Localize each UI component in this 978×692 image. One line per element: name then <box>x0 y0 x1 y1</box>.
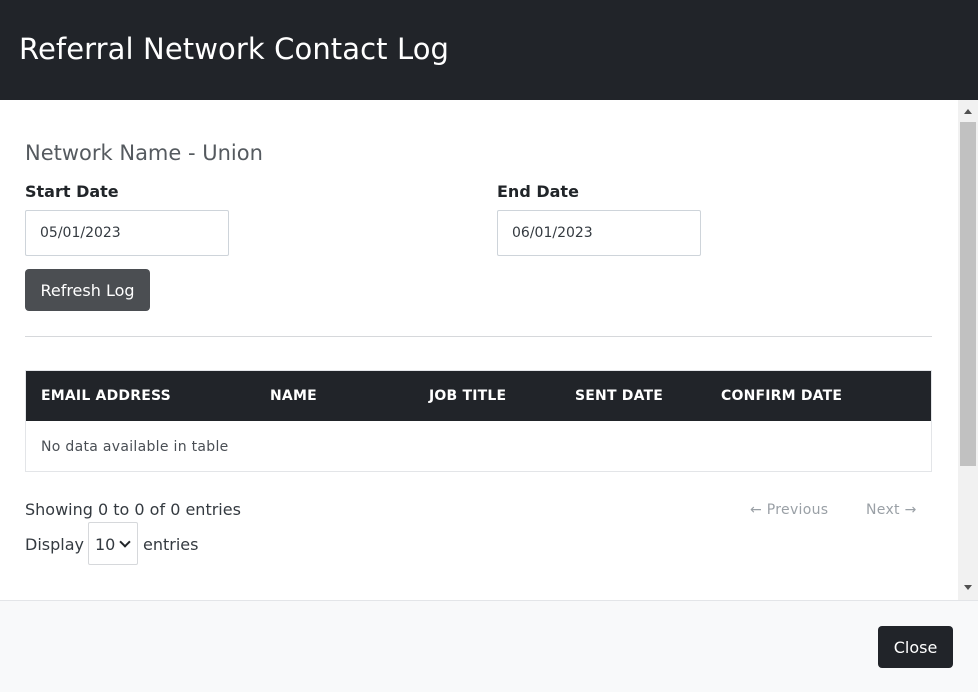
contact-log-table: EMAIL ADDRESS NAME JOB TITLE SENT DATE C… <box>25 370 932 472</box>
modal-title: Referral Network Contact Log <box>19 32 450 66</box>
modal-header: Referral Network Contact Log <box>0 0 978 100</box>
end-date-input[interactable] <box>497 210 701 256</box>
close-button[interactable]: Close <box>878 626 953 668</box>
page-length-value: 10 <box>95 535 116 554</box>
modal-scrollbar[interactable] <box>958 100 978 600</box>
next-page-link[interactable]: Next → <box>866 502 917 518</box>
column-header-confirm-date[interactable]: CONFIRM DATE <box>721 388 842 404</box>
scroll-down-arrow-icon[interactable] <box>958 582 978 594</box>
refresh-log-button[interactable]: Refresh Log <box>25 269 150 311</box>
network-name-heading: Network Name - Union <box>25 141 263 165</box>
column-header-sent-date[interactable]: SENT DATE <box>575 388 663 404</box>
chevron-down-icon <box>119 536 131 548</box>
modal-body: Network Name - Union Start Date End Date… <box>0 100 958 600</box>
contact-log-modal: Referral Network Contact Log Network Nam… <box>0 0 978 692</box>
column-header-name[interactable]: NAME <box>270 388 317 404</box>
section-divider <box>25 336 932 337</box>
display-label: Display <box>25 535 84 554</box>
scroll-up-arrow-icon[interactable] <box>958 106 978 118</box>
table-empty-message: No data available in table <box>41 439 229 455</box>
start-date-input[interactable] <box>25 210 229 256</box>
table-header-row: EMAIL ADDRESS NAME JOB TITLE SENT DATE C… <box>26 371 931 421</box>
previous-page-link[interactable]: ← Previous <box>750 502 828 518</box>
entries-label: entries <box>143 535 199 554</box>
end-date-label: End Date <box>497 182 579 201</box>
page-length-select[interactable]: 10 <box>88 522 138 565</box>
column-header-email-address[interactable]: EMAIL ADDRESS <box>41 388 171 404</box>
start-date-label: Start Date <box>25 182 119 201</box>
table-info: Showing 0 to 0 of 0 entries <box>25 500 241 519</box>
column-header-job-title[interactable]: JOB TITLE <box>429 388 506 404</box>
scrollbar-thumb[interactable] <box>960 122 976 466</box>
modal-footer: Close <box>0 600 978 692</box>
